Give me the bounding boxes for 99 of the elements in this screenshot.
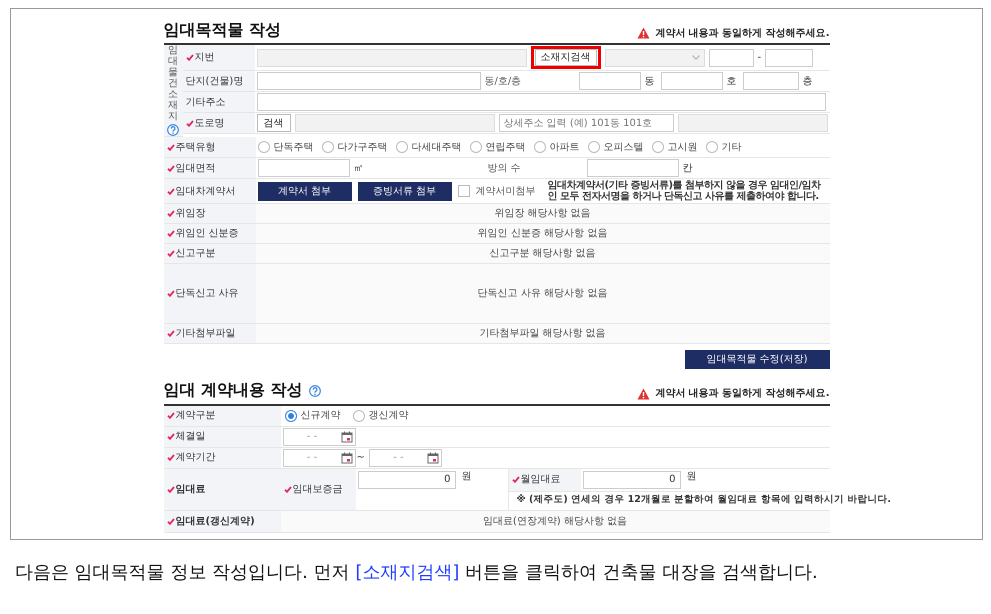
- note-text: 임대차계약서(기타 증빙서류)를 첨부하지 않을 경우 임대인/임차인 모두 전자서명을 하거나 단독신고 사유를 제출하여야 합니다.: [548, 180, 822, 202]
- radio-option[interactable]: 갱신계약: [352, 410, 408, 422]
- unit-label: 층: [802, 76, 812, 88]
- section-title: 임대 계약내용 작성: [164, 381, 303, 400]
- warning-icon: [637, 388, 650, 400]
- separator: -: [758, 52, 762, 64]
- field-label: 도로명: [194, 118, 224, 130]
- checkbox-label: 계약서미첨부: [476, 186, 536, 198]
- notice-text: 계약서 내용과 동일하게 작성해주세요.: [655, 388, 830, 400]
- radio-option[interactable]: 다세대주택: [396, 141, 462, 154]
- required-check-icon: [166, 164, 174, 172]
- date-field[interactable]: - -: [282, 448, 356, 467]
- other-address-field[interactable]: [256, 93, 826, 112]
- area-field[interactable]: [258, 159, 350, 178]
- text-field[interactable]: [742, 72, 798, 90]
- field-label: 위임인 신분증: [176, 228, 239, 240]
- notice-text: 계약서 내용과 동일하게 작성해주세요.: [655, 28, 830, 40]
- required-check-icon: [186, 54, 194, 62]
- deposit-field[interactable]: 0: [358, 470, 456, 489]
- search-button[interactable]: 검색: [256, 114, 290, 132]
- radio-option[interactable]: 아파트: [534, 141, 580, 154]
- section-title: 임대목적물 작성: [164, 21, 282, 40]
- radio-option[interactable]: 다가구주택: [322, 141, 388, 154]
- field-label: 주택유형: [176, 142, 216, 154]
- required-check-icon: [186, 120, 194, 127]
- field-label: 임대료(갱신계약): [176, 516, 255, 528]
- required-check-icon: [166, 250, 174, 258]
- help-icon[interactable]: [308, 384, 321, 397]
- monthly-rent-field[interactable]: 0: [582, 470, 680, 489]
- field-label: 단지(건물)명: [186, 76, 244, 88]
- help-icon[interactable]: [167, 124, 179, 136]
- dropdown[interactable]: [604, 48, 704, 67]
- text-field[interactable]: [708, 48, 754, 67]
- required-check-icon: [166, 290, 174, 298]
- unit-label: ㎡: [354, 162, 364, 174]
- field-label: 동/호/층: [484, 76, 522, 88]
- warning-icon: [637, 27, 650, 40]
- rooms-field[interactable]: [586, 159, 678, 178]
- checkbox[interactable]: [458, 185, 470, 198]
- field-label: 계약기간: [176, 452, 216, 464]
- date-field[interactable]: - -: [368, 448, 442, 467]
- field-label: 임대보증금: [292, 484, 342, 496]
- date-field[interactable]: - -: [282, 428, 356, 446]
- field-label: 단독신고 사유: [176, 288, 239, 300]
- location-search-button[interactable]: 소재지검색: [534, 49, 596, 66]
- required-check-icon: [166, 518, 174, 525]
- info-cell: 단독신고 사유 해당사항 없음: [256, 264, 830, 324]
- required-check-icon: [166, 412, 174, 420]
- required-check-icon: [166, 330, 174, 338]
- required-check-icon: [166, 454, 174, 462]
- field-label: 계약구분: [176, 410, 216, 422]
- caption-text: 다음은 임대목적물 정보 작성입니다. 먼저 [소재지검색] 버튼을 클릭하여 건축물 대장을 검색합니다.: [15, 561, 819, 584]
- radio-option[interactable]: 신규계약: [284, 410, 340, 422]
- text-field[interactable]: [765, 48, 814, 67]
- unit-label: 칸: [682, 162, 692, 174]
- field-label: 기타주소: [186, 96, 226, 108]
- info-cell: 위임장 해당사항 없음: [256, 204, 830, 224]
- radio-option[interactable]: 단독주택: [258, 141, 314, 154]
- unit-label: 호: [726, 76, 738, 88]
- field-label: 방의 수: [488, 162, 522, 174]
- info-cell: 신고구분 해당사항 없음: [256, 244, 830, 264]
- required-check-icon: [166, 144, 174, 151]
- field-label: 위임장: [176, 208, 206, 220]
- radio-option[interactable]: 고시원: [652, 141, 698, 154]
- field-label: 임대차계약서: [176, 186, 236, 198]
- text-field[interactable]: [578, 72, 640, 90]
- note-text: ※ (제주도) 연세의 경우 12개월로 분할하여 월임대료 항목에 입력하시기 바랍니다.: [516, 495, 892, 506]
- unit-label: 원: [462, 470, 472, 482]
- radio-option[interactable]: 오피스텔: [588, 141, 644, 154]
- radio-option[interactable]: 기타: [706, 141, 742, 154]
- unit-label: 원: [686, 470, 696, 482]
- field-label: 임대면적: [176, 162, 216, 174]
- field-label: 지번: [194, 52, 214, 64]
- field-label: 체결일: [176, 431, 206, 443]
- radio-option[interactable]: 연립주택: [470, 141, 526, 154]
- save-button[interactable]: 임대목적물 수정(저장): [684, 350, 830, 370]
- required-check-icon: [512, 476, 520, 484]
- text-field[interactable]: [660, 72, 722, 90]
- field-label: 기타첨부파일: [176, 328, 236, 340]
- required-check-icon: [166, 433, 174, 440]
- detail-address-field[interactable]: 상세주소 입력 (예) 101동 101호: [498, 114, 674, 132]
- info-cell: 임대료(연장계약) 해당사항 없음: [280, 510, 830, 532]
- required-check-icon: [166, 210, 174, 218]
- required-check-icon: [166, 188, 174, 195]
- required-check-icon: [166, 486, 174, 493]
- building-name-field[interactable]: [256, 72, 480, 90]
- info-cell: 위임인 신분증 해당사항 없음: [256, 224, 830, 244]
- required-check-icon: [166, 230, 174, 238]
- attach-document-button[interactable]: 증빙서류 첨부: [358, 182, 452, 201]
- attach-contract-button[interactable]: 계약서 첨부: [258, 182, 352, 201]
- field-label: 신고구분: [176, 248, 216, 260]
- info-cell: 기타첨부파일 해당사항 없음: [256, 324, 830, 344]
- required-check-icon: [284, 486, 292, 493]
- field-label: 월임대료: [520, 474, 560, 486]
- field-label: 임대료: [176, 484, 206, 496]
- chevron-down-icon: [692, 55, 700, 60]
- group-label: 임대물건소재지: [168, 45, 178, 122]
- unit-label: 동: [644, 76, 656, 88]
- range-separator: ~: [356, 452, 365, 464]
